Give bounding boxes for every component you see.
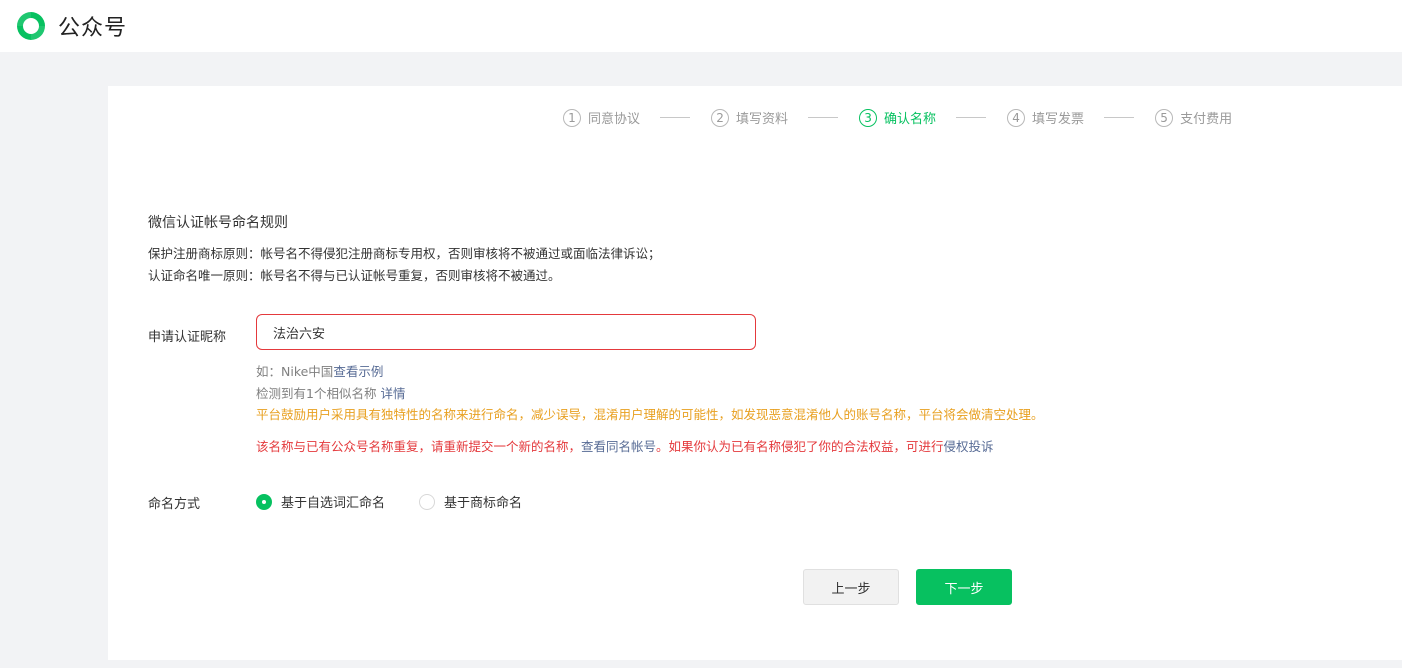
view-example-link[interactable]: 查看示例 (333, 364, 383, 379)
example-hint: 如：Nike中国查看示例 (256, 361, 383, 380)
step-label: 确认名称 (884, 112, 937, 127)
prev-step-button[interactable]: 上一步 (803, 569, 899, 605)
rule-trademark: 保护注册商标原则：帐号名不得侵犯注册商标专用权，否则审核将不被通过或面临法律诉讼… (148, 246, 661, 261)
step-label: 支付费用 (1180, 112, 1233, 127)
naming-method-radio-group: 基于自选词汇命名 基于商标命名 (256, 492, 556, 511)
rule-unique-name: 认证命名唯一原则：帐号名不得与已认证帐号重复，否则审核将不被通过。 (148, 268, 561, 283)
error-text: 该名称与已有公众号名称重复，请重新提交一个新的名称， (256, 439, 582, 454)
rules-title: 微信认证帐号命名规则 (148, 215, 288, 231)
main-card: 1 同意协议 2 填写资料 3 确认名称 4 填写发票 5 支付费用 微信认证帐… (108, 86, 1402, 660)
step-label: 填写资料 (736, 112, 789, 127)
duplicate-name-error: 该名称与已有公众号名称重复，请重新提交一个新的名称，查看同名帐号。如果你认为已有… (256, 436, 994, 455)
step-label: 填写发票 (1032, 112, 1085, 127)
step-number: 2 (711, 108, 730, 127)
example-prefix: 如：Nike中国 (256, 364, 334, 379)
view-same-name-accounts-link[interactable]: 查看同名帐号 (581, 439, 656, 454)
step-number: 3 (859, 108, 878, 127)
radio-custom-words[interactable]: 基于自选词汇命名 (256, 492, 385, 511)
top-header: 公众号 (0, 0, 1402, 52)
step-divider (1104, 117, 1135, 118)
step-number: 5 (1155, 108, 1174, 127)
radio-label[interactable]: 基于商标命名 (444, 492, 522, 511)
step-agree: 1 同意协议 (563, 108, 640, 127)
next-step-button[interactable]: 下一步 (916, 569, 1012, 605)
step-divider (956, 117, 987, 118)
nickname-input[interactable] (256, 314, 756, 350)
error-text: 。如果你认为已有名称侵犯了你的合法权益，可进行 (656, 439, 944, 454)
wechat-official-account-logo-icon[interactable] (14, 9, 48, 43)
step-invoice: 4 填写发票 (1007, 108, 1084, 127)
step-confirm-name: 3 确认名称 (859, 108, 936, 127)
radio-checked-icon[interactable] (256, 493, 272, 510)
naming-method-label: 命名方式 (148, 497, 201, 512)
radio-label[interactable]: 基于自选词汇命名 (281, 492, 385, 511)
nickname-label: 申请认证昵称 (148, 330, 227, 345)
step-number: 1 (563, 108, 581, 127)
similar-name-hint: 检测到有1个相似名称 详情 (256, 383, 405, 402)
step-fill-info: 2 填写资料 (711, 108, 788, 127)
step-label: 同意协议 (588, 112, 641, 127)
step-payment: 5 支付费用 (1155, 108, 1232, 127)
step-divider (808, 117, 839, 118)
similar-detail-link[interactable]: 详情 (380, 386, 405, 401)
naming-warning: 平台鼓励用户采用具有独特性的名称来进行命名，减少误导，混淆用户理解的可能性，如发… (256, 407, 1044, 422)
similar-name-text: 检测到有1个相似名称 (256, 386, 377, 401)
infringement-complaint-link[interactable]: 侵权投诉 (944, 439, 994, 454)
radio-unchecked-icon[interactable] (419, 493, 436, 510)
step-divider (660, 117, 691, 118)
stepper: 1 同意协议 2 填写资料 3 确认名称 4 填写发票 5 支付费用 (563, 108, 1232, 127)
step-number: 4 (1007, 108, 1026, 127)
radio-trademark[interactable]: 基于商标命名 (419, 492, 522, 511)
app-name[interactable]: 公众号 (58, 10, 127, 42)
